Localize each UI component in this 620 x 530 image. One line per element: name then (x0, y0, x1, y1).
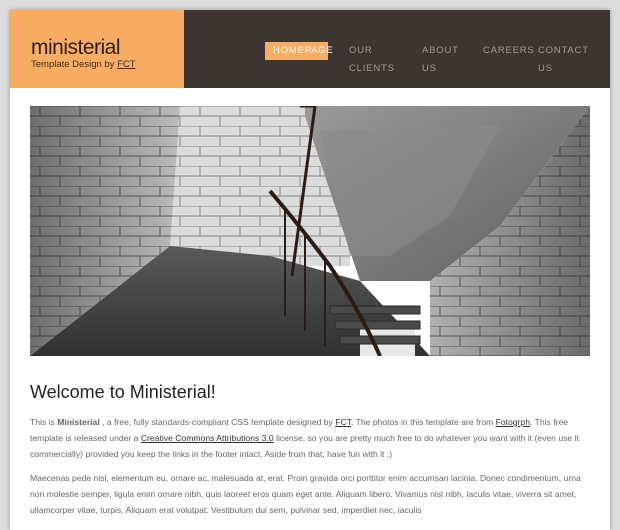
template-name: Ministerial (57, 417, 100, 427)
intro-text-2: , a free, fully standards-compliant CSS … (99, 417, 336, 427)
intro-paragraph: This is Ministerial , a free, fully stan… (30, 414, 595, 462)
header: ministerial Template Design by FCT Homep… (10, 10, 610, 88)
page-title: Welcome to Ministerial! (30, 382, 216, 402)
intro-text-1: This is (30, 417, 58, 427)
main-nav: Homepage Our Clients About Us Careers Co… (184, 10, 610, 88)
lorem-paragraph: Maecenas pede nisl, elementum eu, ornare… (30, 473, 581, 515)
stairwell-photo (30, 106, 590, 356)
nav-about-us[interactable]: About Us (414, 42, 464, 74)
fotogrph-link[interactable]: Fotogrph (496, 417, 530, 427)
fct-link[interactable]: FCT (335, 417, 351, 427)
nav-careers[interactable]: Careers (475, 42, 534, 60)
brand-block: ministerial Template Design by FCT (10, 10, 184, 88)
tagline: Template Design by FCT (31, 59, 136, 70)
page: ministerial Template Design by FCT Homep… (10, 10, 610, 530)
hero-image (30, 106, 590, 356)
tagline-fct-link[interactable]: FCT (117, 59, 135, 70)
nav-our-clients[interactable]: Our Clients (341, 42, 401, 74)
tagline-text: Template Design by (31, 59, 115, 70)
intro-text-3: . The photos in this template are from (351, 417, 496, 427)
nav-homepage[interactable]: Homepage (265, 42, 333, 60)
site-logo[interactable]: ministerial (31, 36, 121, 60)
nav-contact-us[interactable]: Contact Us (530, 42, 594, 74)
creative-commons-link[interactable]: Creative Commons Attributions 3.0 (141, 433, 274, 443)
